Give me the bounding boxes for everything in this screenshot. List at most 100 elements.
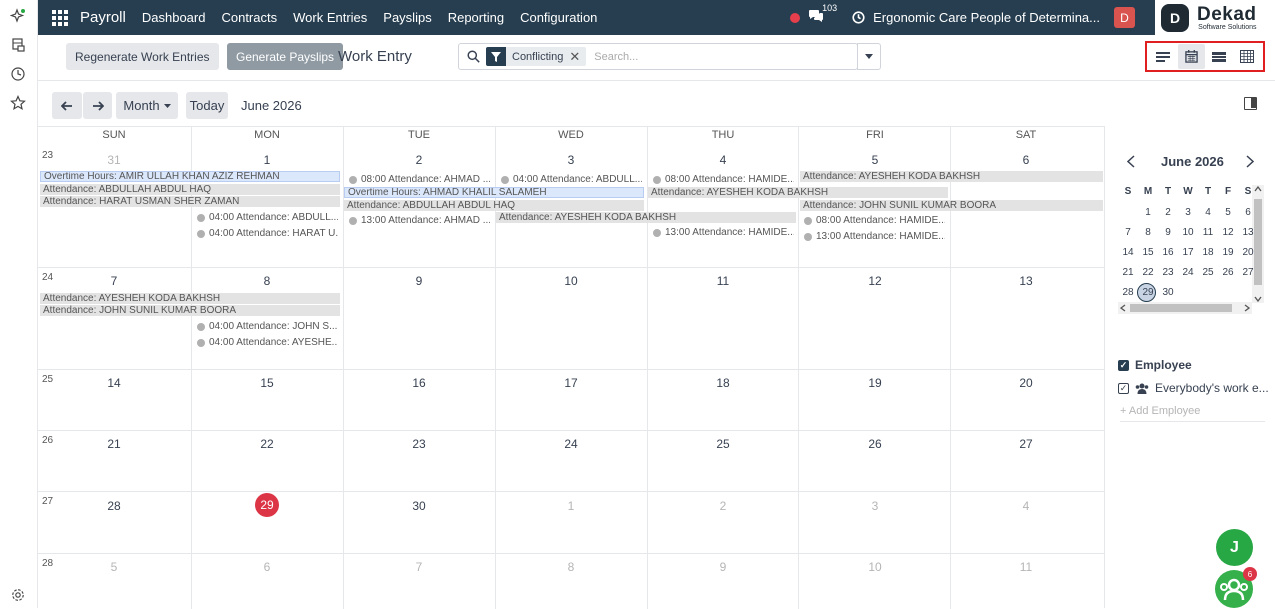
day-cell[interactable]: 11 [647,274,799,288]
mini-day[interactable]: 13 [1238,227,1258,238]
mini-day[interactable]: 27 [1238,267,1258,278]
sparkle-icon[interactable] [10,8,26,24]
work-entry-event[interactable]: 04:00 Attendance: ABDULL... [197,212,338,223]
day-cell[interactable]: 14 [38,376,190,390]
mini-day[interactable]: 22 [1138,267,1158,278]
previous-period-button[interactable] [52,92,82,119]
mini-day[interactable]: 23 [1158,267,1178,278]
menu-contracts[interactable]: Contracts [221,10,277,25]
mini-day[interactable]: 18 [1198,247,1218,258]
side-panel-toggle-icon[interactable] [1244,97,1257,110]
search-bar[interactable]: Conflicting ✕ Search... [458,43,881,70]
next-period-button[interactable] [83,92,112,119]
day-cell[interactable]: 8 [191,274,343,288]
activity-clock-icon[interactable] [852,11,865,24]
search-input[interactable]: Search... [594,51,638,63]
day-cell[interactable]: 25 [647,437,799,451]
recording-indicator[interactable] [790,12,801,23]
day-cell[interactable]: 5 [799,153,951,167]
mini-day[interactable]: 30 [1158,287,1178,298]
work-entry-event[interactable]: 13:00 Attendance: HAMIDE... [653,227,794,238]
mini-day[interactable]: 19 [1218,247,1238,258]
work-entry-bar[interactable]: Overtime Hours: AHMAD KHALIL SALAMEH [344,187,644,198]
day-cell[interactable]: 28 [38,499,190,513]
day-cell[interactable]: 24 [495,437,647,451]
settings-gear-icon[interactable] [10,587,26,603]
day-cell[interactable]: 7 [343,560,495,574]
company-switcher[interactable]: Ergonomic Care People of Determina... [852,10,1100,25]
employee-filter-item[interactable]: ✓ Everybody's work e... [1118,381,1269,395]
work-entry-event[interactable]: 04:00 Attendance: ABDULL... [501,174,642,185]
today-button[interactable]: Today [186,92,228,119]
assistant-bubble[interactable]: J [1216,529,1253,566]
menu-payslips[interactable]: Payslips [383,10,431,25]
work-entry-event[interactable]: 04:00 Attendance: HARAT U... [197,228,338,239]
app-name[interactable]: Payroll [80,9,126,26]
day-cell[interactable]: 16 [343,376,495,390]
mini-day[interactable]: 15 [1138,247,1158,258]
menu-reporting[interactable]: Reporting [448,10,504,25]
everybody-checkbox[interactable]: ✓ [1118,382,1129,394]
menu-configuration[interactable]: Configuration [520,10,597,25]
mini-day[interactable]: 3 [1178,207,1198,218]
work-entry-bar[interactable]: Attendance: JOHN SUNIL KUMAR BOORA [40,305,340,316]
day-cell[interactable]: 4 [647,153,799,167]
day-cell[interactable]: 20 [950,376,1102,390]
mini-day[interactable]: 6 [1238,207,1258,218]
clock-icon[interactable] [10,66,26,82]
mini-day[interactable]: 25 [1198,267,1218,278]
day-cell[interactable]: 1 [191,153,343,167]
mini-day[interactable]: 8 [1138,227,1158,238]
day-cell[interactable]: 27 [950,437,1102,451]
star-icon[interactable] [10,95,26,111]
mini-day[interactable]: 29 [1138,287,1158,298]
work-entry-bar[interactable]: Attendance: AYESHEH KODA BAKHSH [496,212,796,223]
work-entry-bar[interactable]: Overtime Hours: AMIR ULLAH KHAN AZIZ REH… [40,171,340,182]
day-cell[interactable]: 26 [799,437,951,451]
work-entry-bar[interactable]: Attendance: AYESHEH KODA BAKHSH [40,293,340,304]
day-cell[interactable]: 17 [495,376,647,390]
day-cell[interactable]: 30 [343,499,495,513]
day-cell[interactable]: 9 [647,560,799,574]
day-cell[interactable]: 2 [647,499,799,513]
database-icon[interactable] [10,37,26,53]
mini-day[interactable]: 9 [1158,227,1178,238]
work-entry-event[interactable]: 08:00 Attendance: AHMAD ... [349,174,490,185]
mini-day[interactable]: 11 [1198,227,1218,238]
day-cell[interactable]: 15 [191,376,343,390]
day-cell[interactable]: 23 [343,437,495,451]
mini-day[interactable]: 5 [1218,207,1238,218]
add-employee-input[interactable]: + Add Employee [1120,405,1265,422]
search-options-toggle[interactable] [857,43,881,70]
day-cell[interactable]: 10 [799,560,951,574]
day-cell[interactable]: 21 [38,437,190,451]
search-facet[interactable]: Conflicting ✕ [486,47,587,66]
employee-filter-header[interactable]: ✓ Employee [1118,358,1192,372]
day-cell[interactable]: 2 [343,153,495,167]
list-view-button[interactable] [1206,44,1233,69]
day-cell[interactable]: 8 [495,560,647,574]
today-marker[interactable]: 29 [255,493,279,517]
mini-day[interactable]: 26 [1218,267,1238,278]
mini-day[interactable]: 28 [1118,287,1138,298]
day-cell[interactable]: 4 [950,499,1102,513]
calendar-view-button[interactable] [1177,44,1205,69]
mini-day[interactable]: 12 [1218,227,1238,238]
mini-day[interactable]: 24 [1178,267,1198,278]
work-entry-bar[interactable]: Attendance: AYESHEH KODA BAKHSH [800,171,1103,182]
menu-dashboard[interactable]: Dashboard [142,10,206,25]
mini-day[interactable]: 16 [1158,247,1178,258]
app-grid-icon[interactable] [52,9,68,26]
day-cell[interactable]: 11 [950,560,1102,574]
work-entry-bar[interactable]: Attendance: ABDULLAH ABDUL HAQ [344,200,644,211]
scale-dropdown[interactable]: Month [116,92,178,119]
work-entry-bar[interactable]: Attendance: ABDULLAH ABDUL HAQ [40,184,340,195]
gantt-view-button[interactable] [1150,44,1177,69]
mini-day[interactable]: 14 [1118,247,1138,258]
day-cell[interactable]: 6 [950,153,1102,167]
vertical-scrollbar[interactable] [1252,185,1264,303]
work-entry-event[interactable]: 08:00 Attendance: HAMIDE... [653,174,794,185]
day-cell[interactable]: 5 [38,560,190,574]
horizontal-scrollbar[interactable] [1118,302,1252,314]
day-cell[interactable]: 31 [38,153,190,167]
